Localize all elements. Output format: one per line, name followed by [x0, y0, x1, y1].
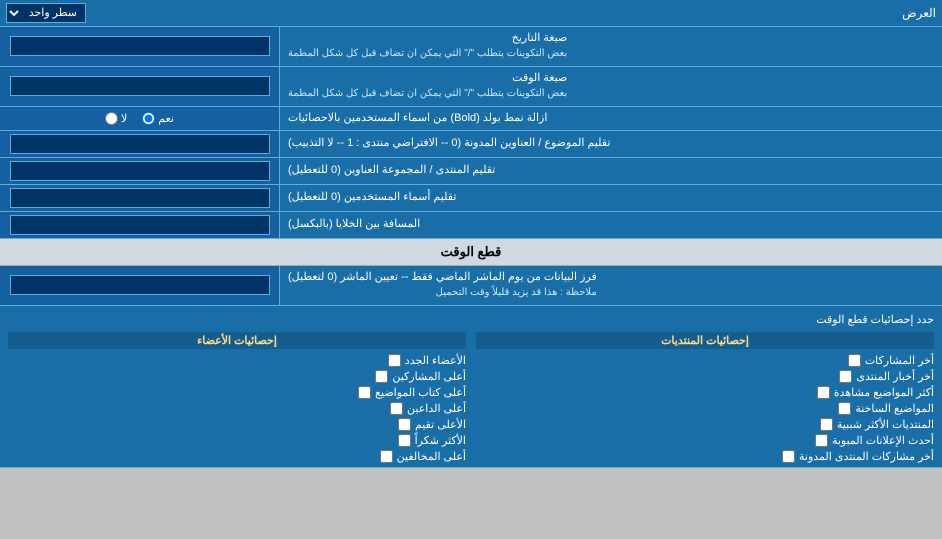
- username-trim-label: تقليم أسماء المستخدمين (0 للتعطيل): [280, 185, 942, 211]
- forum-stat-5: المنتديات الأكثر شببية: [476, 418, 934, 431]
- forum-title-trim-row: تقليم المنتدى / المجموعة العناوين (0 للت…: [0, 158, 942, 185]
- forum-stat-1-check[interactable]: [848, 354, 861, 367]
- forum-stat-3: أكثر المواضيع مشاهدة: [476, 386, 934, 399]
- forum-stat-1: أخر المشاركات: [476, 354, 934, 367]
- topic-title-trim-label: تقليم الموضوع / العناوين المدونة (0 -- ا…: [280, 131, 942, 157]
- cell-spacing-label: المسافة بين الخلايا (بالبكسل): [280, 212, 942, 238]
- view-mode-wrapper: سطر واحدسطرينثلاثة أسطر: [6, 3, 86, 23]
- member-stat-5: الأعلى تقيم: [8, 418, 466, 431]
- member-stat-7-check[interactable]: [380, 450, 393, 463]
- top-label: العرض: [902, 6, 936, 20]
- member-stats-column: إحصائيات الأعضاء الأعضاء الجدد أعلى المش…: [8, 332, 466, 463]
- forum-title-trim-label: تقليم المنتدى / المجموعة العناوين (0 للت…: [280, 158, 942, 184]
- cutoff-days-row: فرز البيانات من يوم الماشر الماضي فقط --…: [0, 266, 942, 306]
- member-stat-4: أعلى الداعين: [8, 402, 466, 415]
- time-format-row: صيغة الوقتبعض التكوينات يتطلب "/" التي ي…: [0, 67, 942, 107]
- forum-title-trim-input-cell: 33: [0, 158, 280, 184]
- forum-title-trim-input[interactable]: 33: [10, 161, 270, 181]
- view-mode-select[interactable]: سطر واحدسطرينثلاثة أسطر: [6, 3, 86, 23]
- bold-remove-row: ازالة نمط بولد (Bold) من اسماء المستخدمي…: [0, 107, 942, 131]
- date-format-input[interactable]: d-m: [10, 36, 270, 56]
- date-format-label: صيغة التاريخبعض التكوينات يتطلب "/" التي…: [280, 27, 942, 66]
- member-stat-1-check[interactable]: [388, 354, 401, 367]
- forum-stats-header: إحصائيات المنتديات: [476, 332, 934, 349]
- forum-stats-column: إحصائيات المنتديات أخر المشاركات أخر أخب…: [476, 332, 934, 463]
- member-stat-3-check[interactable]: [358, 386, 371, 399]
- cutoff-days-input-cell: 0: [0, 266, 280, 305]
- cell-spacing-input-cell: 2: [0, 212, 280, 238]
- member-stats-header: إحصائيات الأعضاء: [8, 332, 466, 349]
- member-stat-4-check[interactable]: [390, 402, 403, 415]
- member-stat-2: أعلى المشاركين: [8, 370, 466, 383]
- bold-remove-label: ازالة نمط بولد (Bold) من اسماء المستخدمي…: [280, 107, 942, 130]
- stats-header: حدد إحصائيات قطع الوقت: [8, 310, 934, 329]
- member-stat-2-check[interactable]: [375, 370, 388, 383]
- time-format-input-cell: H:i: [0, 67, 280, 106]
- bold-no-radio[interactable]: [105, 112, 118, 125]
- cutoff-days-input[interactable]: 0: [10, 275, 270, 295]
- stats-section: حدد إحصائيات قطع الوقت إحصائيات المنتديا…: [0, 306, 942, 468]
- forum-stat-4-check[interactable]: [838, 402, 851, 415]
- forum-stat-7: أخر مشاركات المنتدى المدونة: [476, 450, 934, 463]
- forum-stat-3-check[interactable]: [817, 386, 830, 399]
- bold-yes-radio[interactable]: [142, 112, 155, 125]
- username-trim-input-cell: 0: [0, 185, 280, 211]
- cutoff-days-label: فرز البيانات من يوم الماشر الماضي فقط --…: [280, 266, 942, 305]
- topic-title-trim-input-cell: 33: [0, 131, 280, 157]
- topic-title-trim-input[interactable]: 33: [10, 134, 270, 154]
- forum-stat-4: المواضيع الساخنة: [476, 402, 934, 415]
- stats-grid: إحصائيات المنتديات أخر المشاركات أخر أخب…: [8, 332, 934, 463]
- username-trim-row: تقليم أسماء المستخدمين (0 للتعطيل) 0: [0, 185, 942, 212]
- date-format-row: صيغة التاريخبعض التكوينات يتطلب "/" التي…: [0, 27, 942, 67]
- member-stat-6: الأكثر شكراً: [8, 434, 466, 447]
- member-stat-6-check[interactable]: [398, 434, 411, 447]
- date-format-input-cell: d-m: [0, 27, 280, 66]
- member-stat-1: الأعضاء الجدد: [8, 354, 466, 367]
- cell-spacing-row: المسافة بين الخلايا (بالبكسل) 2: [0, 212, 942, 239]
- forum-stat-7-check[interactable]: [782, 450, 795, 463]
- forum-stat-5-check[interactable]: [820, 418, 833, 431]
- forum-stat-2: أخر أخبار المنتدى: [476, 370, 934, 383]
- bold-remove-no: لا: [105, 112, 127, 125]
- member-stat-7: أعلى المخالفين: [8, 450, 466, 463]
- forum-stat-6: أحدث الإعلانات المبوبة: [476, 434, 934, 447]
- member-stat-5-check[interactable]: [398, 418, 411, 431]
- top-row: العرض سطر واحدسطرينثلاثة أسطر: [0, 0, 942, 27]
- username-trim-input[interactable]: 0: [10, 188, 270, 208]
- forum-stat-6-check[interactable]: [815, 434, 828, 447]
- bold-remove-yes: نعم: [142, 112, 174, 125]
- cutoff-section-header: قطع الوقت: [0, 239, 942, 266]
- member-stat-3: أعلى كتاب المواضيع: [8, 386, 466, 399]
- time-format-input[interactable]: H:i: [10, 76, 270, 96]
- bold-remove-options: نعم لا: [0, 107, 280, 130]
- cell-spacing-input[interactable]: 2: [10, 215, 270, 235]
- time-format-label: صيغة الوقتبعض التكوينات يتطلب "/" التي ي…: [280, 67, 942, 106]
- forum-stat-2-check[interactable]: [839, 370, 852, 383]
- topic-title-trim-row: تقليم الموضوع / العناوين المدونة (0 -- ا…: [0, 131, 942, 158]
